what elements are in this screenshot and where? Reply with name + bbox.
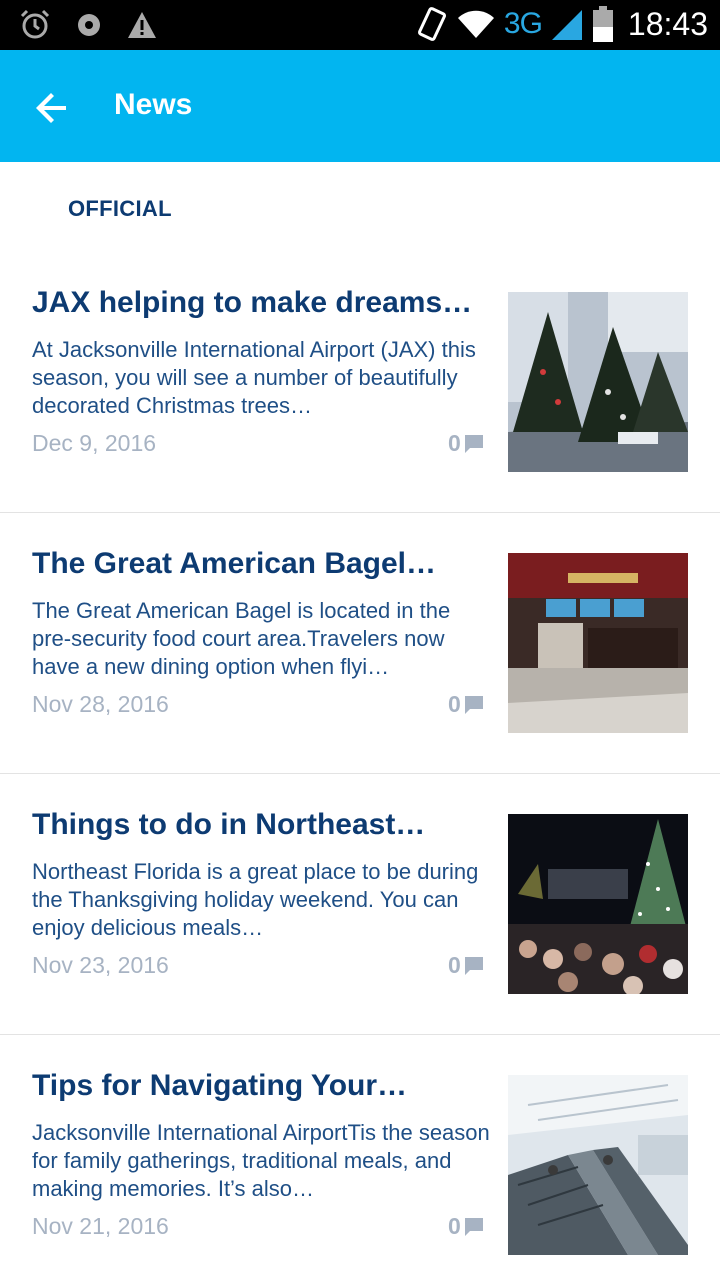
news-item[interactable]: Tips for Navigating Your… Jacksonville I… xyxy=(0,1035,720,1280)
warning-icon xyxy=(128,12,156,38)
signal-icon xyxy=(551,10,582,40)
page-title: News xyxy=(114,88,193,121)
comment-count-value: 0 xyxy=(448,1213,461,1239)
status-bar: 3G 18:43 xyxy=(0,0,720,50)
news-excerpt: Jacksonville International AirportTis th… xyxy=(32,1120,490,1201)
comment-count-value: 0 xyxy=(448,691,461,717)
comment-count[interactable]: 0 xyxy=(448,691,484,718)
news-title: The Great American Bagel… xyxy=(32,547,437,580)
alarm-icon xyxy=(20,9,50,39)
news-date: Nov 23, 2016 xyxy=(32,952,169,978)
status-left-icons xyxy=(18,8,158,42)
vibrate-icon xyxy=(417,7,446,41)
news-title: Things to do in Northeast… xyxy=(32,808,426,841)
comment-count[interactable]: 0 xyxy=(448,430,484,457)
news-thumbnail xyxy=(508,553,688,733)
comment-count-value: 0 xyxy=(448,952,461,978)
news-excerpt: Northeast Florida is a great place to be… xyxy=(32,859,479,940)
comment-icon xyxy=(464,956,483,975)
news-thumbnail xyxy=(508,814,688,994)
christmas-trees-image xyxy=(508,292,688,472)
comment-icon xyxy=(464,695,483,714)
food-court-image xyxy=(508,553,688,733)
news-thumbnail xyxy=(508,292,688,472)
battery-icon xyxy=(592,6,613,42)
news-date: Nov 28, 2016 xyxy=(32,691,169,717)
news-date: Nov 21, 2016 xyxy=(32,1213,169,1239)
comment-icon xyxy=(464,1217,483,1236)
status-right-icons: 3G 18:43 xyxy=(416,4,708,44)
night-crowd-image xyxy=(508,814,688,994)
news-item[interactable]: The Great American Bagel… The Great Amer… xyxy=(0,513,720,774)
comment-count[interactable]: 0 xyxy=(448,952,484,979)
comment-count-value: 0 xyxy=(448,430,461,456)
comment-icon xyxy=(464,434,483,453)
section-label: OFFICIAL xyxy=(68,196,172,221)
news-excerpt: The Great American Bagel is located in t… xyxy=(32,598,451,679)
network-type: 3G xyxy=(503,7,543,40)
app-bar: News xyxy=(0,50,720,162)
back-button[interactable] xyxy=(28,84,76,132)
escalators-image xyxy=(508,1075,688,1255)
news-thumbnail xyxy=(508,1075,688,1255)
comment-count[interactable]: 0 xyxy=(448,1213,484,1240)
arrow-left-icon xyxy=(36,93,66,123)
news-item[interactable]: JAX helping to make dreams… At Jacksonvi… xyxy=(0,252,720,513)
news-excerpt: At Jacksonville International Airport (J… xyxy=(32,337,476,418)
clock: 18:43 xyxy=(627,5,708,42)
news-date: Dec 9, 2016 xyxy=(32,430,157,456)
news-title: Tips for Navigating Your… xyxy=(32,1069,408,1102)
news-list: JAX helping to make dreams… At Jacksonvi… xyxy=(0,252,720,1280)
news-item[interactable]: Things to do in Northeast… Northeast Flo… xyxy=(0,774,720,1035)
news-title: JAX helping to make dreams… xyxy=(32,286,473,319)
record-icon xyxy=(78,14,100,36)
wifi-icon xyxy=(457,10,494,39)
